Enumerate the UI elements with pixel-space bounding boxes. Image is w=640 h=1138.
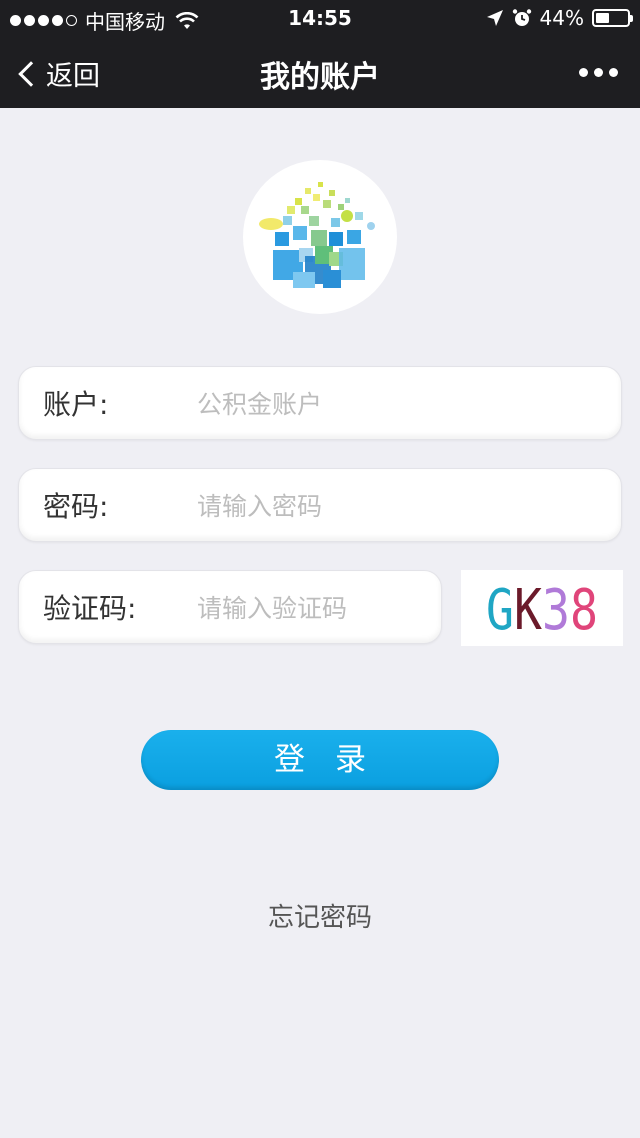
captcha-image[interactable]: GK38 — [461, 570, 623, 646]
captcha-input[interactable] — [197, 589, 421, 627]
page-title: 我的账户 — [260, 60, 380, 95]
status-bar: 中国移动 14:55 44% — [0, 0, 640, 36]
password-label: 密码: — [43, 490, 109, 523]
account-field: 账户: — [18, 366, 622, 440]
captcha-char: G — [486, 578, 514, 643]
account-label: 账户: — [43, 388, 109, 421]
captcha-char: K — [514, 578, 542, 643]
location-arrow-icon — [486, 10, 503, 26]
password-field: 密码: — [18, 468, 622, 542]
captcha-label: 验证码: — [43, 592, 137, 625]
nav-bar: 返回 我的账户 — [0, 36, 640, 108]
password-input[interactable] — [197, 487, 601, 525]
alarm-icon — [512, 9, 531, 26]
battery-fill — [596, 13, 610, 23]
captcha-field: 验证码: — [18, 570, 442, 644]
account-input[interactable] — [197, 385, 601, 423]
status-right: 44% — [486, 6, 633, 30]
captcha-text-graphic: GK38 — [486, 578, 598, 643]
battery-percent: 44% — [539, 6, 584, 30]
captcha-char: 3 — [542, 578, 570, 643]
forgot-password-link[interactable]: 忘记密码 — [0, 897, 640, 934]
more-dots-icon[interactable] — [579, 68, 618, 77]
captcha-char: 8 — [570, 578, 598, 643]
captcha-text: GK38 — [486, 578, 598, 643]
logo-avatar — [243, 160, 397, 314]
login-button[interactable]: 登录 — [141, 730, 499, 790]
housing-fund-logo-icon — [259, 182, 375, 288]
battery-icon — [592, 9, 633, 27]
